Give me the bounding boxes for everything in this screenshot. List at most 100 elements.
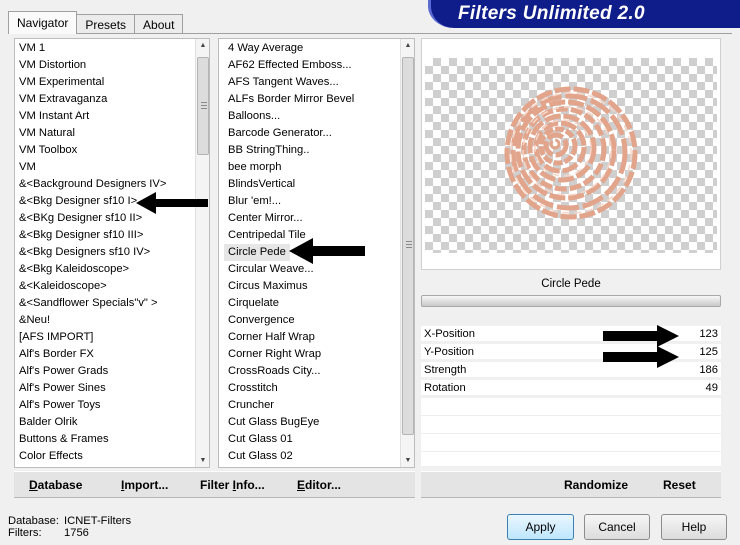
param-row-rotation[interactable]: Rotation 49	[421, 380, 721, 398]
tab-presets[interactable]: Presets	[76, 14, 136, 34]
list-item[interactable]: Balder Olrik	[15, 414, 166, 431]
list-item[interactable]: BlindsVertical	[224, 176, 354, 193]
list-item[interactable]: VM Toolbox	[15, 142, 166, 159]
param-value: 186	[699, 364, 718, 376]
tab-about[interactable]: About	[134, 14, 184, 34]
scroll-thumb[interactable]	[197, 57, 209, 155]
list-item[interactable]: Convergence	[224, 312, 354, 329]
list-item[interactable]: ALFs Border Mirror Bevel	[224, 91, 354, 108]
filter-scrollbar[interactable]: ▲ ▼	[400, 39, 414, 467]
list-item[interactable]: VM Distortion	[15, 57, 166, 74]
list-item-label: 4 Way Average	[228, 42, 304, 54]
list-item[interactable]: VM Extravaganza	[15, 91, 166, 108]
category-list[interactable]: VM 1 VM Distortion VM Experimental VM Extra…	[14, 38, 210, 468]
list-item[interactable]: Crosstitch	[224, 380, 354, 397]
list-item[interactable]: Barcode Generator...	[224, 125, 354, 142]
list-item-label: Convergence	[228, 314, 295, 326]
list-item[interactable]: VM	[15, 159, 166, 176]
list-item-label: Color Filters	[15, 465, 79, 467]
list-item-label: Circus Maximus	[228, 280, 308, 292]
list-item[interactable]: Corner Half Wrap	[224, 329, 354, 346]
list-item[interactable]: Circus Maximus	[224, 278, 354, 295]
list-item[interactable]: 4 Way Average	[224, 40, 354, 57]
list-item-label: &<Bkg Designers sf10 IV>	[19, 246, 151, 258]
list-item[interactable]: &<Bkg Designer sf10 III>	[15, 227, 166, 244]
list-item[interactable]: Color Effects	[15, 448, 166, 465]
list-item[interactable]: CrossRoads City...	[224, 363, 354, 380]
list-item-label: Barcode Generator...	[228, 127, 332, 139]
selected-filter-name: Circle Pede	[421, 274, 721, 294]
list-item[interactable]: Balloons...	[224, 108, 354, 125]
randomize-button[interactable]: Randomize	[564, 478, 628, 492]
list-item[interactable]: Alf's Power Grads	[15, 363, 166, 380]
list-item-label: Color Effects	[19, 450, 83, 462]
reset-button[interactable]: Reset	[663, 478, 696, 492]
list-item[interactable]: BB StringThing..	[224, 142, 354, 159]
list-item[interactable]: Alf's Power Sines	[15, 380, 166, 397]
list-item[interactable]: &Neu!	[15, 312, 166, 329]
list-item[interactable]: &<Bkg Designers sf10 IV>	[15, 244, 166, 261]
scroll-up-icon[interactable]: ▲	[401, 39, 414, 53]
list-item[interactable]: VM Experimental	[15, 74, 166, 91]
param-label: Rotation	[424, 382, 466, 394]
list-item-label: VM	[19, 161, 36, 173]
list-item[interactable]: Buttons & Frames	[15, 431, 166, 448]
list-item[interactable]: VM Natural	[15, 125, 166, 142]
list-item-label: Alf's Power Grads	[19, 365, 109, 377]
list-item-label: Center Mirror...	[228, 212, 303, 224]
list-item[interactable]: AFS Tangent Waves...	[224, 74, 354, 91]
status-area: Database: ICNET-Filters Filters: 1756	[8, 515, 131, 539]
list-item-label: &<Bkg Designer sf10 I>	[19, 195, 138, 207]
list-item-label: Cut Glass 02	[228, 450, 293, 462]
status-filters-value: 1756	[64, 527, 89, 539]
filter-info-button[interactable]: Filter Info...	[200, 478, 265, 492]
list-item-label: VM Instant Art	[19, 110, 90, 122]
list-item[interactable]: Alf's Power Toys	[15, 397, 166, 414]
list-item[interactable]: Color Filters	[15, 465, 166, 467]
list-item[interactable]: Cut Glass 02	[224, 448, 354, 465]
cancel-button[interactable]: Cancel	[584, 514, 650, 540]
import-button[interactable]: Import...	[121, 478, 168, 492]
arrow-icon	[603, 325, 679, 347]
list-item[interactable]: Cut Glass 01	[224, 431, 354, 448]
list-item[interactable]: AF62 Effected Emboss...	[224, 57, 354, 74]
list-item[interactable]: &<Sandflower Specials"v" >	[15, 295, 166, 312]
list-item[interactable]: VM 1	[15, 40, 166, 57]
category-scrollbar[interactable]: ▲ ▼	[195, 39, 209, 467]
list-item[interactable]: Corner Right Wrap	[224, 346, 354, 363]
list-item[interactable]: Cirquelate	[224, 295, 354, 312]
list-item-label: Cut Glass 01	[228, 433, 293, 445]
list-item[interactable]: &<Background Designers IV>	[15, 176, 166, 193]
list-item-label: Crosstitch	[228, 382, 278, 394]
list-item[interactable]: Alf's Border FX	[15, 346, 166, 363]
list-item[interactable]: Cut Glass BugEye	[224, 414, 354, 431]
help-button[interactable]: Help	[661, 514, 727, 540]
scroll-thumb[interactable]	[402, 57, 414, 435]
arrow-icon	[136, 192, 208, 214]
param-row-empty	[421, 416, 721, 434]
list-item-label: Cruncher	[228, 399, 275, 411]
preset-button-bar: Randomize Reset	[421, 471, 721, 498]
circle-pede-preview	[504, 86, 638, 220]
list-item[interactable]: Center Mirror...	[224, 210, 354, 227]
apply-button[interactable]: Apply	[507, 514, 574, 540]
list-item-label: bee morph	[228, 161, 282, 173]
list-item[interactable]: [AFS IMPORT]	[15, 329, 166, 346]
list-item[interactable]: Blur 'em!...	[224, 193, 354, 210]
preview-panel	[421, 38, 721, 270]
list-item[interactable]: &<Kaleidoscope>	[15, 278, 166, 295]
scroll-down-icon[interactable]: ▼	[401, 454, 414, 467]
database-button[interactable]: Database	[29, 478, 82, 492]
list-item[interactable]: Cut Glass 03	[224, 465, 354, 467]
list-item[interactable]: VM Instant Art	[15, 108, 166, 125]
tab-navigator[interactable]: Navigator	[8, 11, 78, 34]
scroll-down-icon[interactable]: ▼	[196, 454, 209, 467]
list-item[interactable]: &<Bkg Kaleidoscope>	[15, 261, 166, 278]
param-value: 123	[699, 328, 718, 340]
list-item[interactable]: Cruncher	[224, 397, 354, 414]
list-item[interactable]: bee morph	[224, 159, 354, 176]
list-item-label: Cut Glass BugEye	[228, 416, 320, 428]
scroll-up-icon[interactable]: ▲	[196, 39, 209, 53]
editor-button[interactable]: Editor...	[297, 478, 341, 492]
list-item-label: Balder Olrik	[19, 416, 78, 428]
